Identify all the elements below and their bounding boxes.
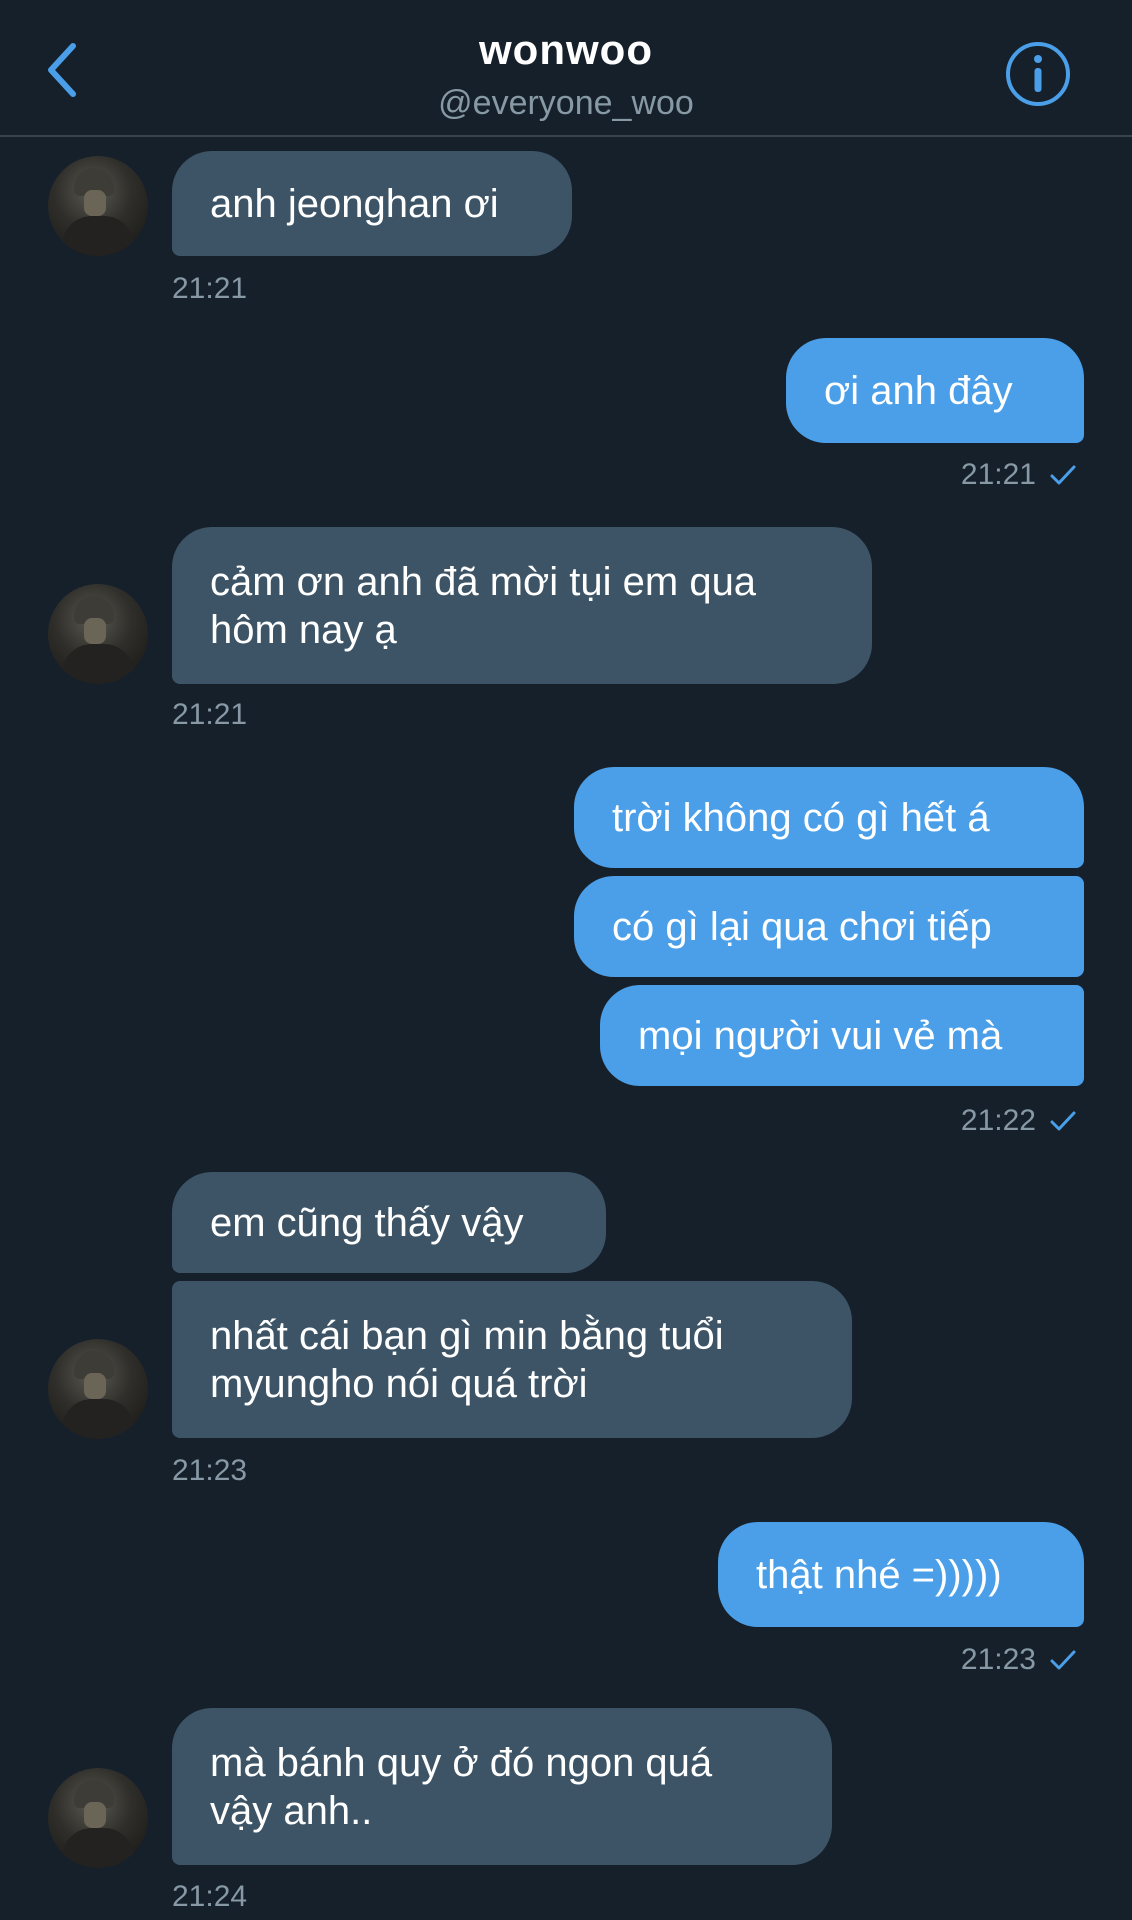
incoming-message[interactable]: em cũng thấy vậy xyxy=(172,1172,606,1273)
incoming-message[interactable]: anh jeonghan ơi xyxy=(172,151,572,256)
message-timestamp: 21:24 xyxy=(172,1880,248,1913)
info-button[interactable] xyxy=(1004,40,1072,108)
message-timestamp: 21:21 xyxy=(172,272,248,305)
message-timestamp: 21:23 xyxy=(960,1643,1036,1676)
checkmark-icon xyxy=(1050,465,1076,485)
contact-avatar[interactable] xyxy=(48,1768,148,1868)
checkmark-icon xyxy=(1050,1111,1076,1131)
contact-avatar[interactable] xyxy=(48,156,148,256)
info-icon xyxy=(1006,42,1070,106)
message-status: 21:21 xyxy=(961,458,1076,492)
message-timestamp: 21:23 xyxy=(172,1454,248,1487)
message-timestamp: 21:21 xyxy=(960,458,1036,491)
contact-avatar[interactable] xyxy=(48,584,148,684)
outgoing-message[interactable]: trời không có gì hết á xyxy=(574,767,1084,868)
outgoing-message[interactable]: ơi anh đây xyxy=(786,338,1084,443)
incoming-message[interactable]: cảm ơn anh đã mời tụi em qua hôm nay ạ xyxy=(172,527,872,684)
message-timestamp: 21:21 xyxy=(172,698,248,731)
outgoing-message[interactable]: thật nhé =))))) xyxy=(718,1522,1084,1627)
conversation-header: wonwoo @everyone_woo xyxy=(0,0,1132,137)
contact-avatar[interactable] xyxy=(48,1339,148,1439)
message-status: 21:23 xyxy=(961,1643,1076,1677)
checkmark-icon xyxy=(1050,1650,1076,1670)
message-status: 21:22 xyxy=(961,1104,1076,1138)
contact-name[interactable]: wonwoo xyxy=(0,26,1132,74)
message-timestamp: 21:22 xyxy=(960,1104,1036,1137)
outgoing-message[interactable]: có gì lại qua chơi tiếp xyxy=(574,876,1084,977)
incoming-message[interactable]: mà bánh quy ở đó ngon quá vậy anh.. xyxy=(172,1708,832,1865)
contact-handle: @everyone_woo xyxy=(438,84,694,122)
incoming-message[interactable]: nhất cái bạn gì min bằng tuổi myungho nó… xyxy=(172,1281,852,1438)
outgoing-message[interactable]: mọi người vui vẻ mà xyxy=(600,985,1084,1086)
